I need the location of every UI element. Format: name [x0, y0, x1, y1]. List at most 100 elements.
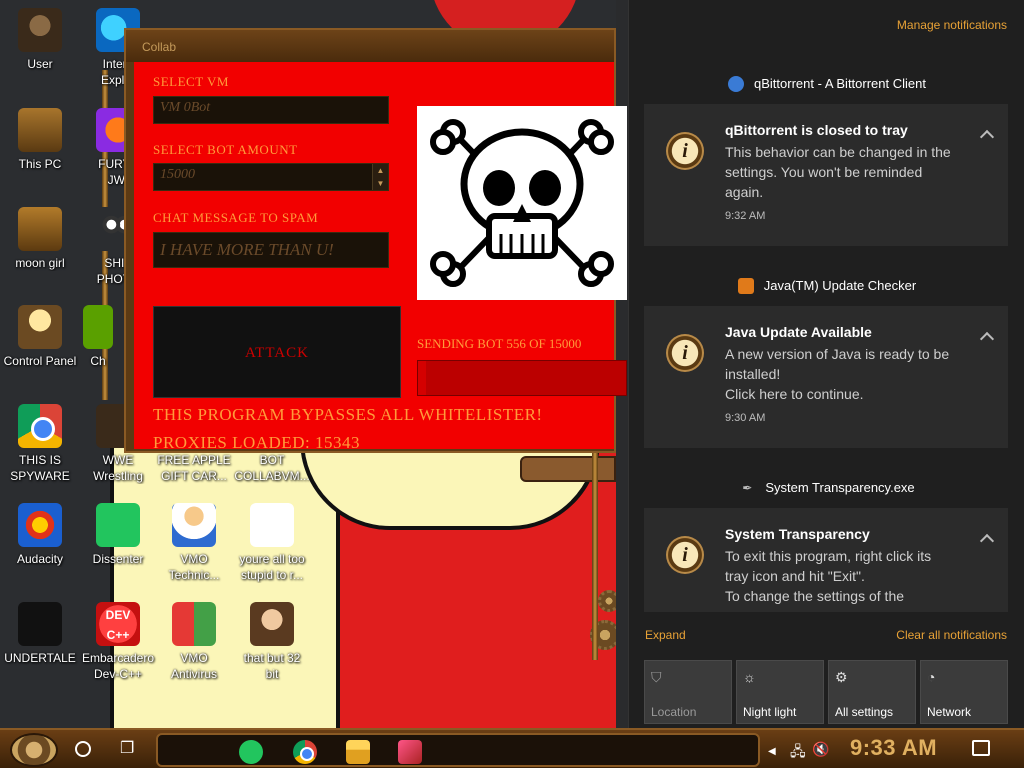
dissenter-icon	[96, 503, 140, 547]
network-icon: ◔	[927, 669, 936, 685]
chat-message-value: I HAVE MORE THAN U!	[160, 240, 334, 259]
manage-notifications-link[interactable]: Manage notifications	[897, 18, 1007, 32]
desktop-icon-embarcadero-dev-cpp[interactable]: DEV C++ Embarcadero Dev-C++	[78, 602, 158, 682]
skull-image	[417, 106, 627, 300]
icon-label: VMO Technic...	[168, 552, 220, 582]
quick-action-network[interactable]: ◔ Network	[920, 660, 1008, 724]
shield-icon	[172, 602, 216, 646]
desktop-icon-control-panel[interactable]: Control Panel	[0, 305, 80, 369]
app-taskbar-icon[interactable]	[398, 740, 422, 764]
app-name: System Transparency.exe	[765, 480, 915, 496]
icon-label: Audacity	[16, 552, 64, 566]
volume-muted-icon[interactable]: 🔇	[812, 741, 829, 758]
icon-label: This PC	[18, 157, 62, 171]
notification-body: A new version of Java is ready to be ins…	[725, 346, 950, 402]
icon-label: youre all too stupid to r...	[239, 552, 305, 582]
quick-action-location[interactable]: ⛉ Location	[644, 660, 732, 724]
quick-action-label: Night light	[743, 705, 797, 719]
wallpaper-stick	[520, 456, 616, 482]
icon-label: WWE Wrestling	[93, 453, 143, 483]
quick-action-label: Location	[651, 705, 697, 719]
expand-link[interactable]: Expand	[645, 628, 686, 642]
lightbulb-icon	[18, 305, 62, 349]
icon-label: FREE APPLE GIFT CAR...	[157, 453, 231, 483]
notification-card[interactable]: i qBittorrent is closed to tray This beh…	[644, 104, 1008, 246]
bypass-notice: THIS PROGRAM BYPASSES ALL WHITELISTER!	[153, 405, 543, 424]
chrome-icon	[18, 404, 62, 448]
quick-action-label: All settings	[835, 705, 894, 719]
desktop-icon-vmo-technician[interactable]: VMO Technic...	[154, 503, 234, 583]
notification-card[interactable]: i System Transparency To exit this progr…	[644, 508, 1008, 612]
icon-label: Ch	[90, 354, 106, 368]
clear-all-notifications-link[interactable]: Clear all notifications	[896, 628, 1007, 642]
select-vm-value: VM 0Bot	[160, 100, 211, 115]
chrome-taskbar-icon[interactable]	[293, 740, 317, 764]
icon-label: Control Panel	[3, 354, 77, 368]
app-name: qBittorrent - A Bittorrent Client	[754, 76, 926, 92]
desktop-icon-this-pc[interactable]: This PC	[0, 108, 80, 172]
desktop-icon-vmo-antivirus[interactable]: VMO Antivirus	[154, 602, 234, 682]
file-explorer-icon[interactable]	[346, 740, 370, 764]
desktop-icon-undertale[interactable]: UNDERTALE	[0, 602, 80, 666]
taskbar: ❐ ◀ 🖧 🔇 9:33 AM	[0, 728, 1024, 768]
bot-amount-value: 15000	[160, 167, 195, 182]
desktop-icon-dissenter[interactable]: Dissenter	[78, 503, 158, 567]
user-folder-icon	[18, 8, 62, 52]
icon-label: Embarcadero Dev-C++	[81, 651, 155, 681]
notification-title: System Transparency	[725, 526, 870, 542]
desktop-icon-youre-all-too-stupid[interactable]: youre all too stupid to r...	[232, 503, 312, 583]
proxies-loaded: PROXIES LOADED: 15343	[153, 433, 360, 452]
desktop-icon-that-but-32-bit[interactable]: that but 32 bit	[232, 602, 312, 682]
select-vm-label: SELECT VM	[153, 74, 229, 89]
icon-label: BOT COLLABVM...	[234, 453, 310, 483]
desktop-icon-user[interactable]: User	[0, 8, 80, 72]
start-button[interactable]	[10, 733, 58, 767]
cortana-icon[interactable]	[75, 741, 91, 757]
taskbar-apps-panel	[156, 733, 760, 767]
spin-up-icon[interactable]: ▲	[373, 164, 388, 177]
chevron-up-icon[interactable]	[979, 331, 995, 347]
network-tray-icon[interactable]: 🖧	[790, 741, 806, 765]
icon-label: User	[27, 57, 53, 71]
notification-body: This behavior can be changed in the sett…	[725, 144, 951, 200]
pen-icon: ✒	[742, 480, 753, 495]
java-icon	[737, 277, 754, 294]
system-tray: ◀ 🖧 🔇 9:33 AM	[764, 730, 1024, 768]
spin-buttons[interactable]: ▲ ▼	[372, 164, 388, 190]
quick-action-night-light[interactable]: ☼ Night light	[736, 660, 824, 724]
info-icon: i	[666, 536, 704, 574]
chevron-left-icon[interactable]: ◀	[768, 746, 776, 757]
desktop-icon-ch[interactable]: Ch	[78, 305, 118, 369]
bot-amount-label: SELECT BOT AMOUNT	[153, 142, 298, 157]
dissenter-taskbar-icon[interactable]	[239, 740, 263, 764]
chevron-up-icon[interactable]	[979, 533, 995, 549]
computer-icon	[18, 108, 62, 152]
notification-app-header: qBittorrent - A Bittorrent Client	[629, 75, 1024, 92]
desktop-icon-audacity[interactable]: Audacity	[0, 503, 80, 567]
icon-label: that but 32 bit	[243, 651, 301, 681]
progress-fill	[418, 361, 426, 395]
attack-button[interactable]: ATTACK	[153, 306, 401, 398]
clock[interactable]: 9:33 AM	[850, 735, 937, 761]
desktop-icon-moon-girl[interactable]: moon girl	[0, 207, 80, 271]
info-icon: i	[666, 334, 704, 372]
desktop-icon-this-is-spyware[interactable]: THIS IS SPYWARE	[0, 404, 80, 484]
notification-center-icon[interactable]	[972, 740, 990, 756]
chat-message-field[interactable]: I HAVE MORE THAN U!	[153, 232, 389, 268]
action-center: Manage notifications qBittorrent - A Bit…	[628, 0, 1024, 728]
window-titlebar[interactable]: Collab	[126, 30, 614, 62]
spin-down-icon[interactable]: ▼	[373, 177, 388, 190]
notification-time: 9:30 AM	[725, 412, 766, 424]
bot-amount-stepper[interactable]: 15000 ▲ ▼	[153, 163, 389, 191]
icon-label: moon girl	[15, 256, 65, 270]
wallpaper-face	[300, 440, 600, 530]
select-vm-field[interactable]: VM 0Bot	[153, 96, 389, 124]
chevron-up-icon[interactable]	[979, 129, 995, 145]
qbittorrent-icon	[728, 75, 745, 92]
unity-icon	[18, 602, 62, 646]
quick-action-all-settings[interactable]: ⚙ All settings	[828, 660, 916, 724]
window-client-area: SELECT VM VM 0Bot SELECT BOT AMOUNT 1500…	[134, 62, 627, 452]
collab-bot-window[interactable]: Collab SELECT VM VM 0Bot SELECT BOT AMOU…	[124, 28, 627, 453]
notification-card[interactable]: i Java Update Available A new version of…	[644, 306, 1008, 448]
task-view-icon[interactable]: ❐	[120, 740, 138, 758]
